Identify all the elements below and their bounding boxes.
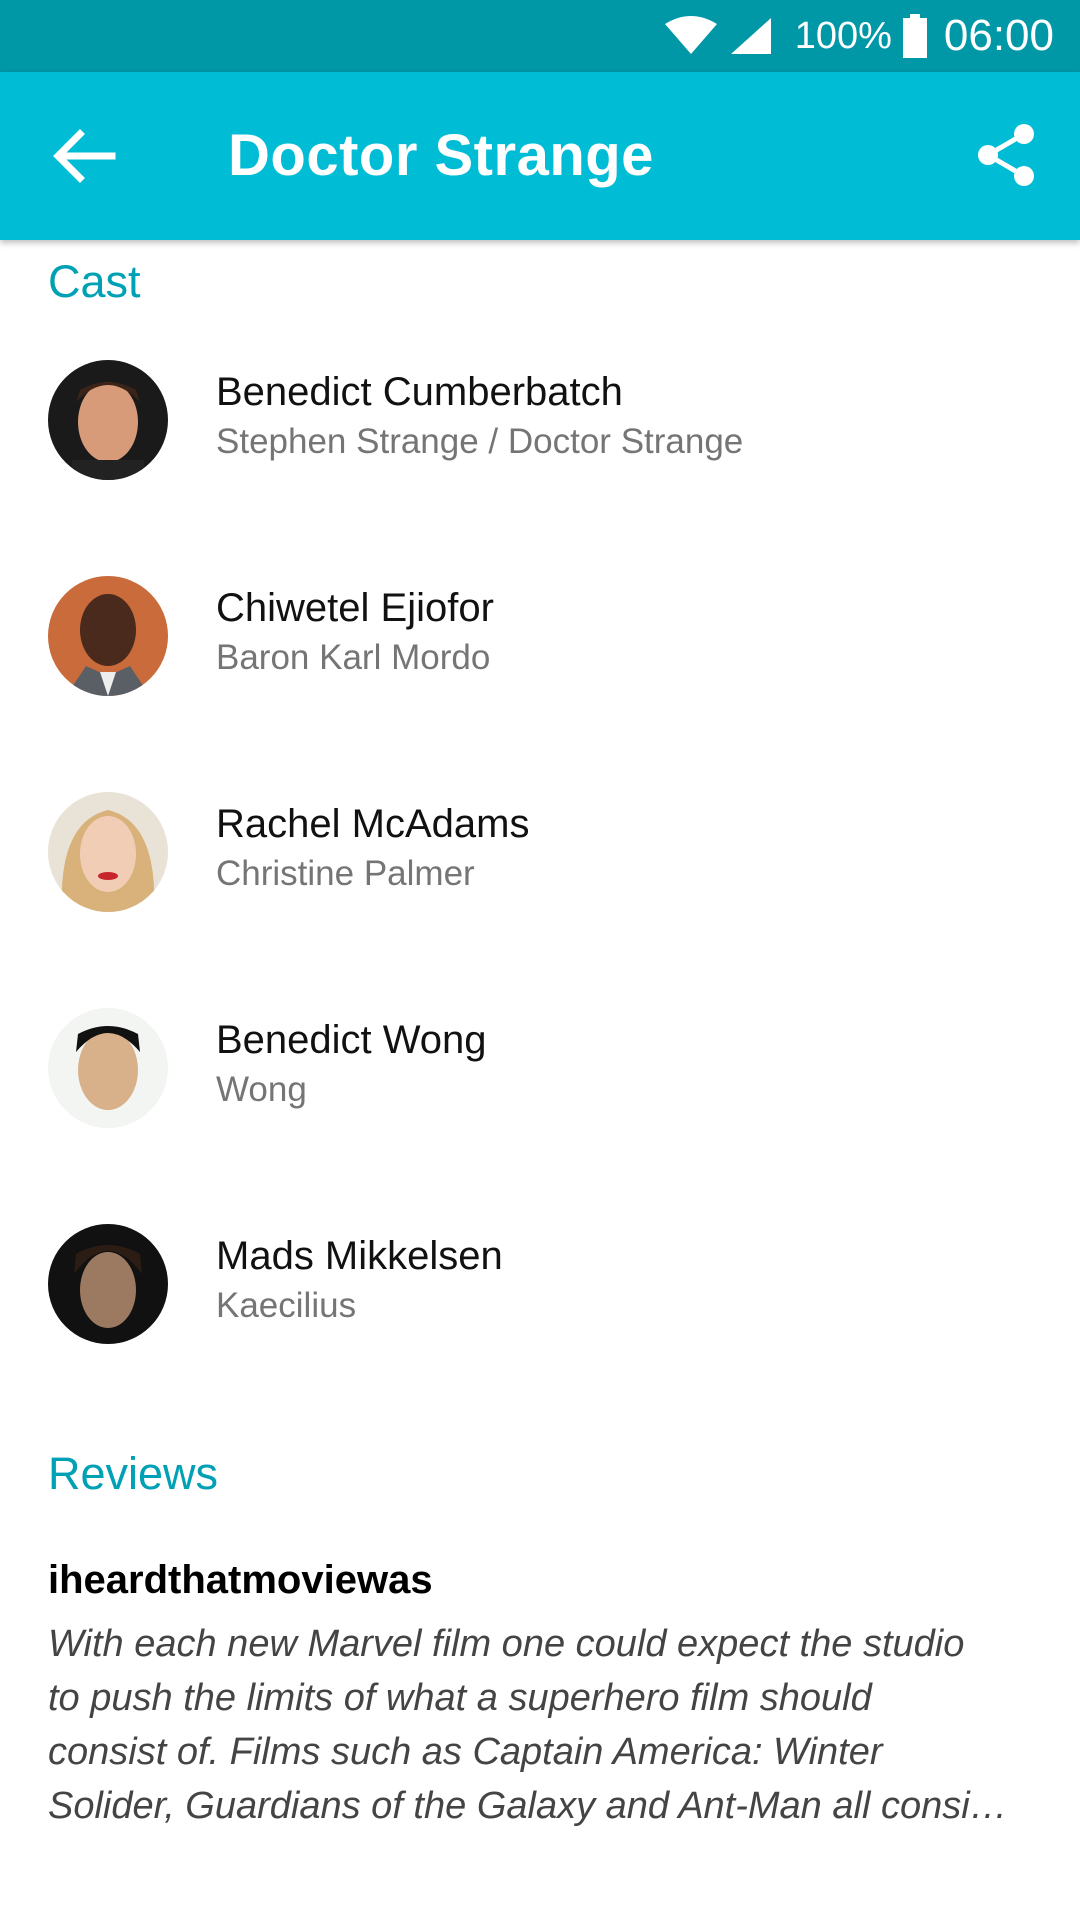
avatar	[48, 360, 168, 480]
character-name: Wong	[216, 1070, 307, 1109]
battery-percent: 100%	[794, 14, 892, 57]
avatar	[48, 576, 168, 696]
share-icon	[978, 124, 1034, 186]
actor-name: Benedict Wong	[216, 1018, 487, 1062]
character-name: Stephen Strange / Doctor Strange	[216, 422, 744, 461]
character-name: Christine Palmer	[216, 854, 475, 893]
actor-name: Rachel McAdams	[216, 802, 530, 846]
avatar	[48, 1008, 168, 1128]
arrow-back-icon	[53, 129, 116, 183]
wifi-icon	[664, 16, 717, 54]
actor-name: Mads Mikkelsen	[216, 1234, 503, 1278]
actor-name: Benedict Cumberbatch	[216, 370, 623, 414]
page-title: Doctor Strange	[228, 123, 654, 188]
review-line: With each new Marvel film one could expe…	[48, 1623, 965, 1665]
actor-name: Chiwetel Ejiofor	[216, 586, 494, 630]
status-bar: 100% 06:00	[0, 0, 1080, 72]
back-button[interactable]	[50, 126, 116, 186]
list-item[interactable]: Chiwetel Ejiofor Baron Karl Mordo	[0, 546, 1080, 762]
review-author: iheardthatmoviewas	[48, 1558, 433, 1602]
battery-icon	[902, 14, 927, 58]
reviews-heading: Reviews	[48, 1448, 219, 1499]
avatar	[48, 1224, 168, 1344]
list-item[interactable]: Benedict Wong Wong	[0, 978, 1080, 1194]
signal-icon	[730, 18, 771, 54]
share-button[interactable]	[974, 122, 1040, 188]
cast-heading: Cast	[48, 256, 141, 307]
list-item[interactable]: Benedict Cumberbatch Stephen Strange / D…	[0, 330, 1080, 546]
review-line: to push the limits of what a superhero f…	[48, 1677, 872, 1719]
review-body: With each new Marvel film one could expe…	[48, 1617, 1058, 1833]
review-line: Solider, Guardians of the Galaxy and Ant…	[48, 1785, 1008, 1827]
app-bar: Doctor Strange	[0, 72, 1080, 240]
review-item[interactable]: iheardthatmoviewas With each new Marvel …	[48, 1558, 1058, 1833]
avatar	[48, 792, 168, 912]
character-name: Baron Karl Mordo	[216, 638, 491, 677]
review-line: consist of. Films such as Captain Americ…	[48, 1731, 883, 1773]
cast-list: Benedict Cumberbatch Stephen Strange / D…	[0, 330, 1080, 1410]
list-item[interactable]: Mads Mikkelsen Kaecilius	[0, 1194, 1080, 1410]
clock: 06:00	[943, 11, 1054, 60]
character-name: Kaecilius	[216, 1286, 357, 1325]
list-item[interactable]: Rachel McAdams Christine Palmer	[0, 762, 1080, 978]
